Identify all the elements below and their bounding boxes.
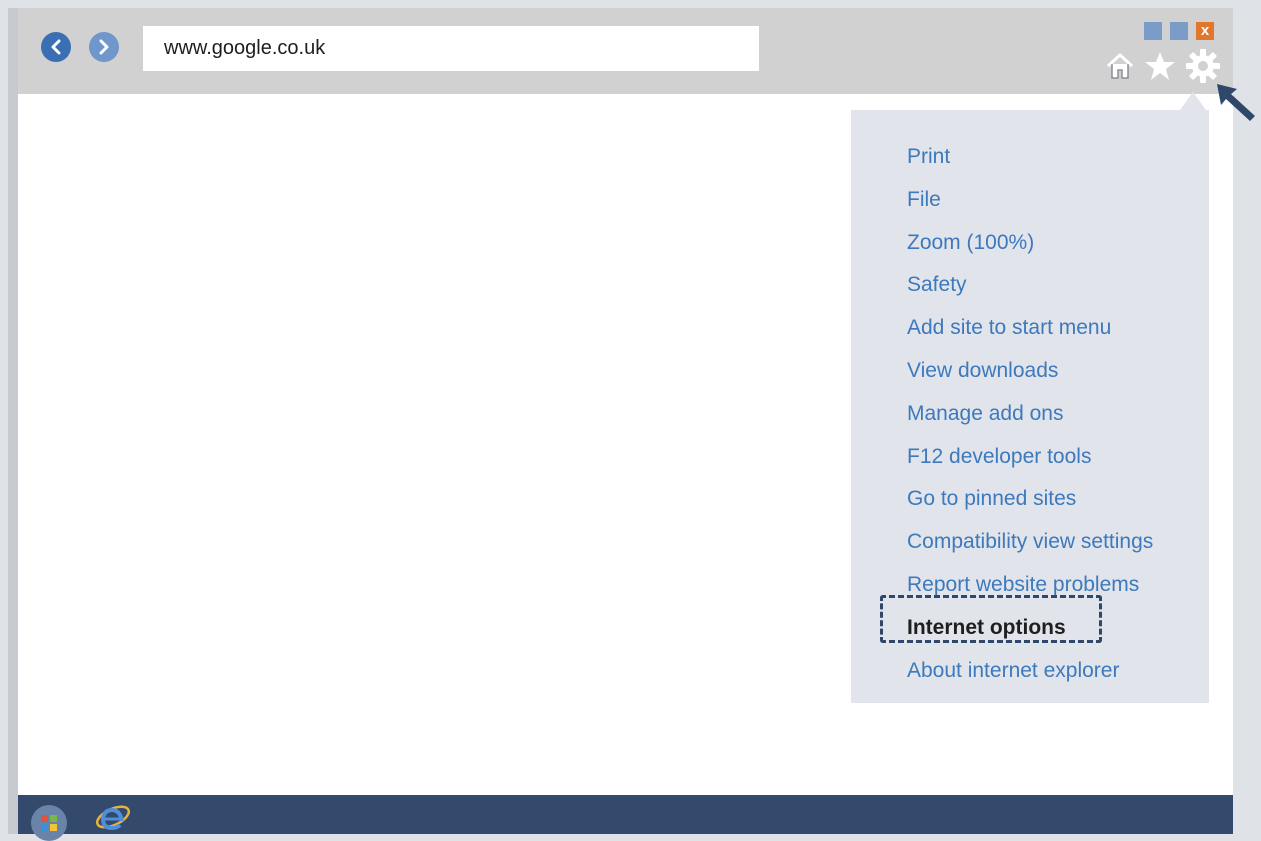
menu-item-print[interactable]: Print (907, 136, 1153, 179)
menu-item-file[interactable]: File (907, 179, 1153, 222)
menu-item-add-site[interactable]: Add site to start menu (907, 307, 1153, 350)
menu-item-safety[interactable]: Safety (907, 264, 1153, 307)
menu-item-zoom[interactable]: Zoom (100%) (907, 222, 1153, 265)
menu-caret (1180, 92, 1206, 110)
menu-item-f12-tools[interactable]: F12 developer tools (907, 436, 1153, 479)
star-icon[interactable] (1144, 50, 1176, 82)
internet-explorer-icon[interactable] (93, 801, 133, 834)
pointer-arrow-icon (1217, 84, 1255, 121)
address-bar[interactable]: www.google.co.uk (143, 26, 759, 71)
menu-item-manage-add-ons[interactable]: Manage add ons (907, 393, 1153, 436)
chevron-left-icon (51, 39, 61, 55)
forward-button[interactable] (89, 32, 119, 62)
close-button[interactable]: x (1196, 22, 1214, 40)
browser-toolbar: www.google.co.uk x (18, 8, 1233, 94)
window-left-border (8, 8, 18, 834)
home-icon[interactable] (1105, 51, 1135, 81)
menu-item-compatibility-view[interactable]: Compatibility view settings (907, 521, 1153, 564)
minimize-button[interactable] (1144, 22, 1162, 40)
chevron-right-icon (99, 39, 109, 55)
windows-start-icon[interactable] (31, 805, 67, 841)
browser-window: www.google.co.uk x Print File Zoom (100%… (18, 8, 1255, 841)
close-label: x (1200, 22, 1210, 39)
highlight-box (880, 595, 1102, 643)
back-button[interactable] (41, 32, 71, 62)
gear-icon[interactable] (1185, 48, 1221, 84)
address-text: www.google.co.uk (164, 37, 326, 59)
maximize-button[interactable] (1170, 22, 1188, 40)
taskbar (18, 795, 1233, 841)
menu-item-pinned-sites[interactable]: Go to pinned sites (907, 478, 1153, 521)
menu-item-view-downloads[interactable]: View downloads (907, 350, 1153, 393)
menu-item-about-ie[interactable]: About internet explorer (907, 650, 1153, 693)
